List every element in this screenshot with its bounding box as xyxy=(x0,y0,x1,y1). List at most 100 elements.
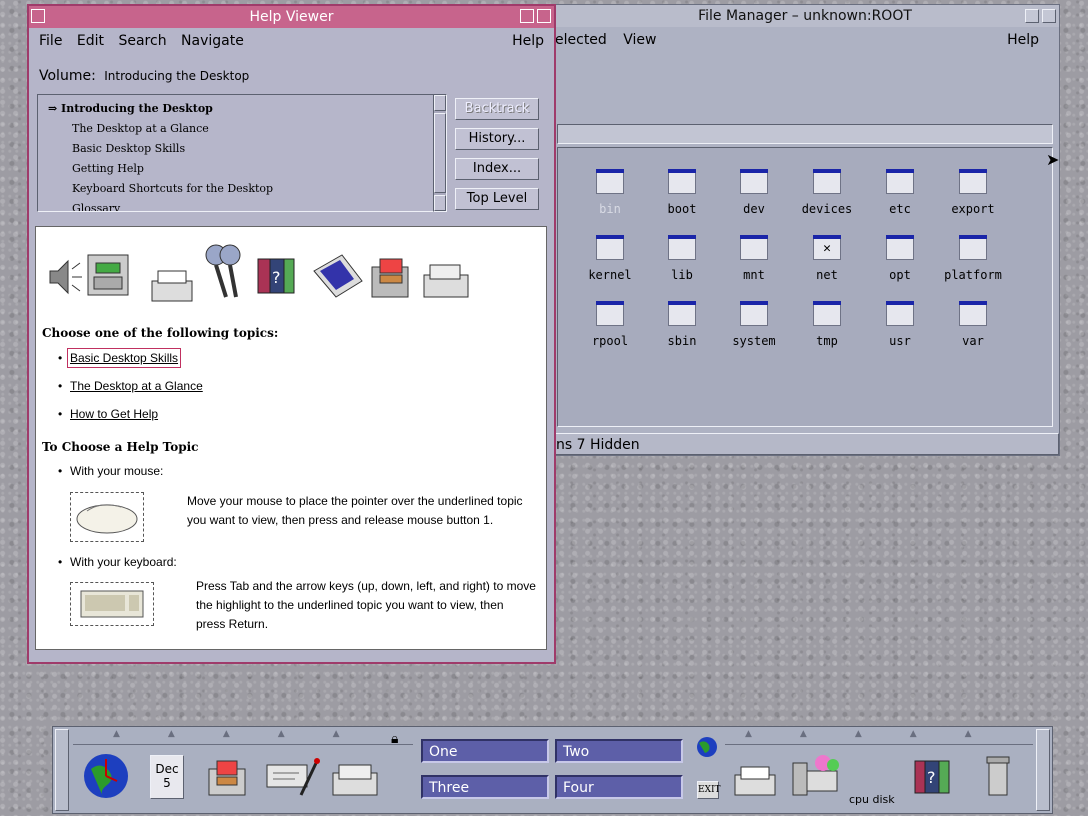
choose-heading: Choose one of the following topics: xyxy=(42,326,279,340)
front-panel: ▲▲▲▲▲ ▲▲▲▲▲ Dec 5 🔒︎ One Two Three Four … xyxy=(52,726,1053,814)
panel-handle-left[interactable] xyxy=(55,729,69,811)
window-menu-button[interactable] xyxy=(31,9,45,23)
folder-devices[interactable]: devices xyxy=(795,169,859,216)
workspace-two-button[interactable]: Two xyxy=(555,739,683,763)
scroll-up-arrow-icon[interactable] xyxy=(434,95,446,111)
folder-rpool[interactable]: rpool xyxy=(578,301,642,348)
menu-help[interactable]: Help xyxy=(1007,27,1039,53)
folder-etc[interactable]: etc xyxy=(868,169,932,216)
minimize-button[interactable] xyxy=(1025,9,1039,23)
topic-item[interactable]: The Desktop at a Glance xyxy=(48,119,442,139)
style-manager-icon[interactable] xyxy=(789,753,849,799)
maximize-button[interactable] xyxy=(537,9,551,23)
svg-text:?: ? xyxy=(927,768,936,787)
index-button[interactable]: Index... xyxy=(455,158,539,180)
history-button[interactable]: History... xyxy=(455,128,539,150)
file-manager-icon[interactable] xyxy=(205,753,251,799)
menu-edit[interactable]: Edit xyxy=(77,33,104,49)
mouse-pointer-icon: ➤ xyxy=(1046,150,1060,169)
folder-dev[interactable]: dev xyxy=(722,169,786,216)
workspace-four-button[interactable]: Four xyxy=(555,775,683,799)
subpanel-arrows[interactable]: ▲▲▲▲▲ xyxy=(73,729,413,745)
menu-navigate[interactable]: Navigate xyxy=(181,33,244,49)
file-manager-title[interactable]: File Manager – unknown:ROOT xyxy=(551,5,1059,27)
help-viewer-title[interactable]: Help Viewer xyxy=(29,6,554,28)
folder-platform[interactable]: platform xyxy=(941,235,1005,282)
bullet: • xyxy=(58,464,63,478)
folder-kernel[interactable]: kernel xyxy=(578,235,642,282)
bullet: • xyxy=(58,351,63,365)
folder-lib[interactable]: lib xyxy=(650,235,714,282)
help-content: ? Choose one of the following topics: • … xyxy=(35,226,547,650)
file-grid: bin boot dev devices etc export kernel l… xyxy=(557,147,1053,427)
mailbox-icon xyxy=(423,264,469,298)
folder-mnt[interactable]: mnt xyxy=(722,235,786,282)
cpu-disk-label[interactable]: cpu disk xyxy=(849,793,895,806)
folder-icon xyxy=(596,235,624,260)
folder-boot[interactable]: boot xyxy=(650,169,714,216)
folder-icon xyxy=(740,301,768,326)
link-desktop-at-a-glance[interactable]: The Desktop at a Glance xyxy=(70,379,203,393)
panel-handle-right[interactable] xyxy=(1036,729,1050,811)
folder-icon xyxy=(886,169,914,194)
link-basic-desktop-skills[interactable]: Basic Desktop Skills xyxy=(66,348,182,368)
folder-icon xyxy=(740,169,768,194)
help-manager-icon[interactable]: ? xyxy=(911,755,957,797)
folder-bin[interactable]: bin xyxy=(578,169,642,216)
scroll-thumb[interactable] xyxy=(434,113,446,193)
path-field[interactable] xyxy=(557,124,1053,144)
topic-item[interactable]: Getting Help xyxy=(48,159,442,179)
mouse-instructions: Move your mouse to place the pointer ove… xyxy=(187,494,523,527)
topic-scrollbar[interactable] xyxy=(433,94,447,212)
folder-icon xyxy=(959,301,987,326)
menu-file[interactable]: File xyxy=(39,33,62,49)
folder-unavailable-icon: ✕ xyxy=(813,235,841,260)
clock-globe-icon[interactable] xyxy=(81,751,131,801)
trash-icon[interactable] xyxy=(983,755,1013,801)
folder-system[interactable]: system xyxy=(722,301,786,348)
lock-icon[interactable]: 🔒︎ xyxy=(391,731,398,747)
folder-tmp[interactable]: tmp xyxy=(795,301,859,348)
backtrack-button[interactable]: Backtrack xyxy=(455,98,539,120)
menu-help[interactable]: Help xyxy=(512,28,544,54)
folder-icon xyxy=(886,235,914,260)
folder-sbin[interactable]: sbin xyxy=(650,301,714,348)
workspace-three-button[interactable]: Three xyxy=(421,775,549,799)
folder-net[interactable]: ✕ net xyxy=(795,235,859,282)
file-cabinet-icon xyxy=(371,258,409,298)
minimize-button[interactable] xyxy=(520,9,534,23)
folder-export[interactable]: export xyxy=(941,169,1005,216)
menu-search[interactable]: Search xyxy=(118,33,166,49)
screen-icon xyxy=(313,254,363,298)
volume-name: Introducing the Desktop xyxy=(104,69,250,83)
topic-item[interactable]: Keyboard Shortcuts for the Desktop xyxy=(48,179,442,199)
menu-view[interactable]: View xyxy=(623,32,656,48)
folder-usr[interactable]: usr xyxy=(868,301,932,348)
speaker-icon xyxy=(49,259,82,295)
subpanel-arrows[interactable]: ▲▲▲▲▲ xyxy=(725,729,1033,745)
folder-icon xyxy=(959,235,987,260)
workspace-one-button[interactable]: One xyxy=(421,739,549,763)
text-editor-icon[interactable] xyxy=(265,755,323,801)
topic-item[interactable]: ⇒ Introducing the Desktop xyxy=(48,99,442,119)
calendar-icon[interactable]: Dec 5 xyxy=(150,755,184,799)
link-how-to-get-help[interactable]: How to Get Help xyxy=(70,407,158,421)
menu-selected[interactable]: elected xyxy=(555,32,607,48)
folder-icon xyxy=(596,169,624,194)
mailer-icon[interactable] xyxy=(329,763,381,799)
keys-icon xyxy=(205,244,241,298)
topic-item[interactable]: Basic Desktop Skills xyxy=(48,139,442,159)
keyboard-instructions: Press Tab and the arrow keys (up, down, … xyxy=(196,579,536,631)
folder-var[interactable]: var xyxy=(941,301,1005,348)
folder-icon xyxy=(596,301,624,326)
exit-button[interactable]: EXIT xyxy=(697,781,721,799)
folder-icon xyxy=(813,301,841,326)
folder-opt[interactable]: opt xyxy=(868,235,932,282)
maximize-button[interactable] xyxy=(1042,9,1056,23)
topic-item[interactable]: Glossary xyxy=(48,199,442,211)
globe-icon[interactable] xyxy=(695,735,719,759)
printer-icon[interactable] xyxy=(731,763,781,799)
volume-row: Volume: Introducing the Desktop xyxy=(39,68,249,84)
scroll-down-arrow-icon[interactable] xyxy=(434,195,446,211)
top-level-button[interactable]: Top Level xyxy=(455,188,539,210)
